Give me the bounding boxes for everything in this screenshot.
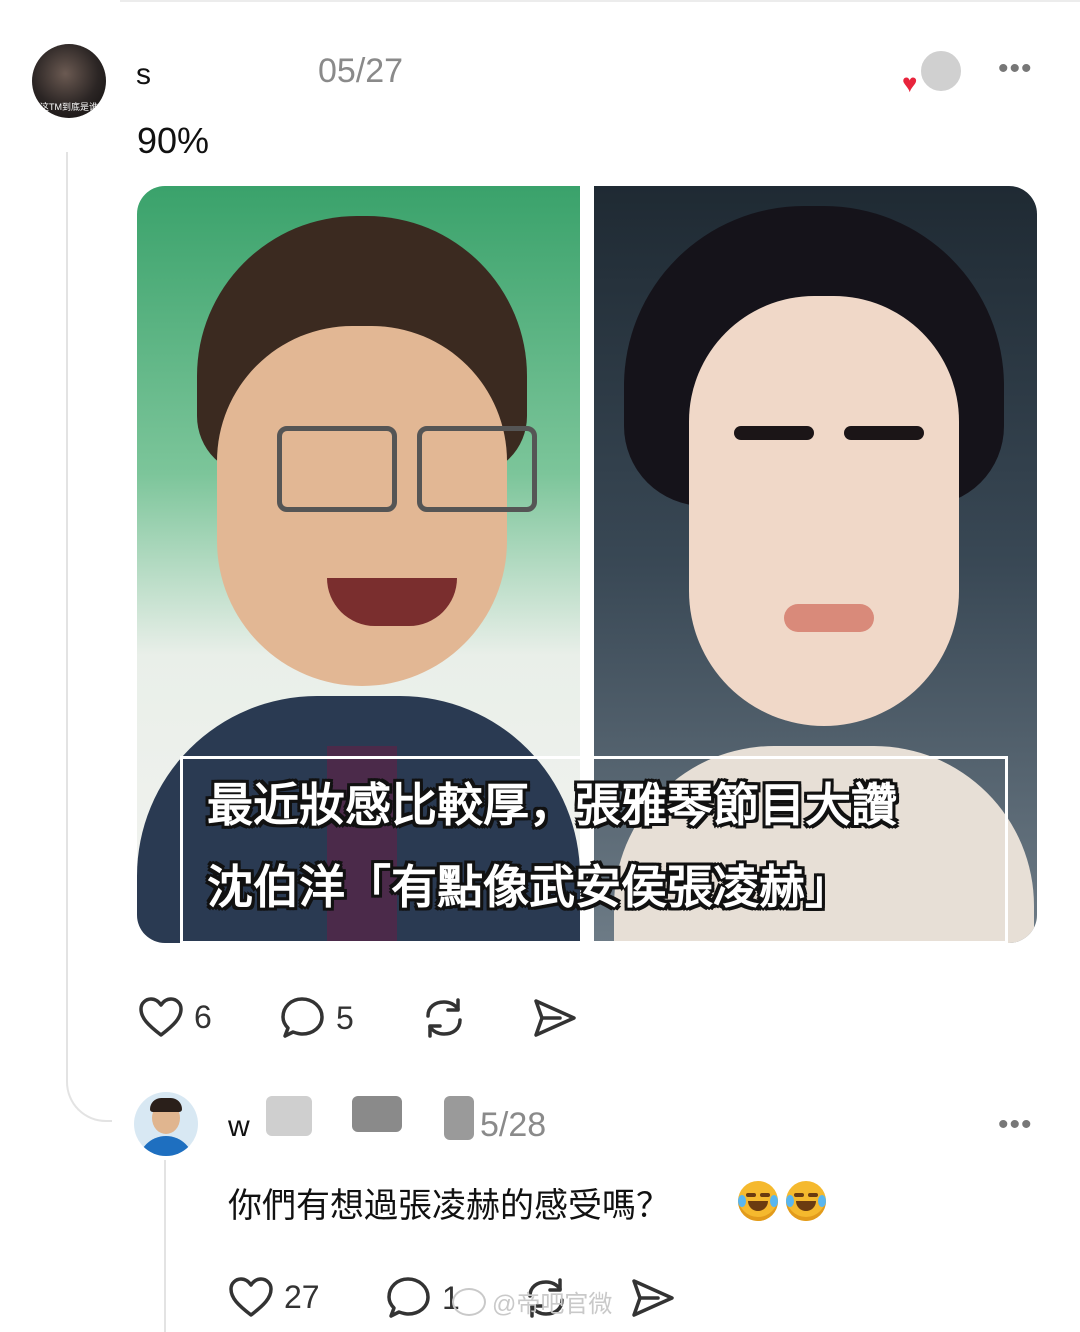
thread-connector — [66, 152, 112, 1122]
liker-avatar — [918, 48, 964, 94]
redacted-username-block — [266, 1096, 312, 1136]
heart-outline-icon — [139, 997, 183, 1037]
rolling-on-floor-laughing-icon — [738, 1181, 778, 1221]
send-icon — [632, 1279, 674, 1317]
comment-button[interactable]: 5 — [280, 996, 354, 1040]
send-icon — [534, 999, 576, 1037]
avatar[interactable]: 这TM到底是谁 — [32, 44, 106, 118]
like-count: 6 — [194, 998, 212, 1035]
reply-more-options-icon[interactable]: ••• — [998, 1108, 1033, 1142]
reply-like-count: 27 — [284, 1278, 320, 1315]
image-caption-line1: 最近妝感比較厚，張雅琴節目大讚 — [207, 779, 897, 831]
reply-like-button[interactable]: 27 — [228, 1276, 320, 1318]
share-button[interactable] — [530, 996, 578, 1040]
more-options-icon[interactable]: ••• — [998, 52, 1033, 86]
repost-icon — [426, 998, 462, 1038]
watermark-text: @帝吧官微 — [492, 1291, 613, 1318]
post-date: 05/27 — [318, 52, 404, 90]
redacted-username-block — [352, 1096, 402, 1132]
reply-date: 5/28 — [480, 1106, 547, 1144]
reply-share-button[interactable] — [628, 1276, 676, 1320]
post-text: 90% — [137, 120, 210, 161]
rolling-on-floor-laughing-icon — [786, 1181, 826, 1221]
redacted-username-block — [444, 1096, 474, 1140]
avatar-caption: 这TM到底是谁 — [40, 102, 98, 112]
watermark: @帝吧官微 — [452, 1284, 612, 1319]
comment-icon — [387, 1277, 430, 1318]
post-username[interactable]: s — [136, 58, 151, 92]
reply-username[interactable]: w — [228, 1110, 250, 1144]
like-button[interactable]: 6 — [138, 996, 212, 1038]
reply-comment-button[interactable]: 1 — [386, 1276, 460, 1320]
reply-thread-connector — [164, 1160, 166, 1332]
post-image[interactable]: 最近妝感比較厚，張雅琴節目大讚 沈伯洋「有點像武安侯張凌赫」 — [137, 186, 1037, 943]
liked-by-avatars[interactable]: ♥ — [902, 46, 966, 100]
comment-icon — [281, 997, 324, 1038]
heart-icon: ♥ — [902, 68, 918, 98]
reply-text: 你們有想過張凌赫的感受嗎？ — [228, 1187, 670, 1225]
repost-button[interactable] — [420, 996, 468, 1040]
comment-count: 5 — [336, 999, 354, 1036]
image-caption-line2: 沈伯洋「有點像武安侯張凌赫」 — [207, 861, 851, 913]
top-divider — [120, 0, 1080, 8]
heart-outline-icon — [229, 1277, 273, 1317]
weibo-logo-icon — [452, 1287, 486, 1316]
image-caption-box: 最近妝感比較厚，張雅琴節目大讚 沈伯洋「有點像武安侯張凌赫」 — [180, 756, 1008, 943]
reply-avatar[interactable] — [134, 1092, 198, 1156]
